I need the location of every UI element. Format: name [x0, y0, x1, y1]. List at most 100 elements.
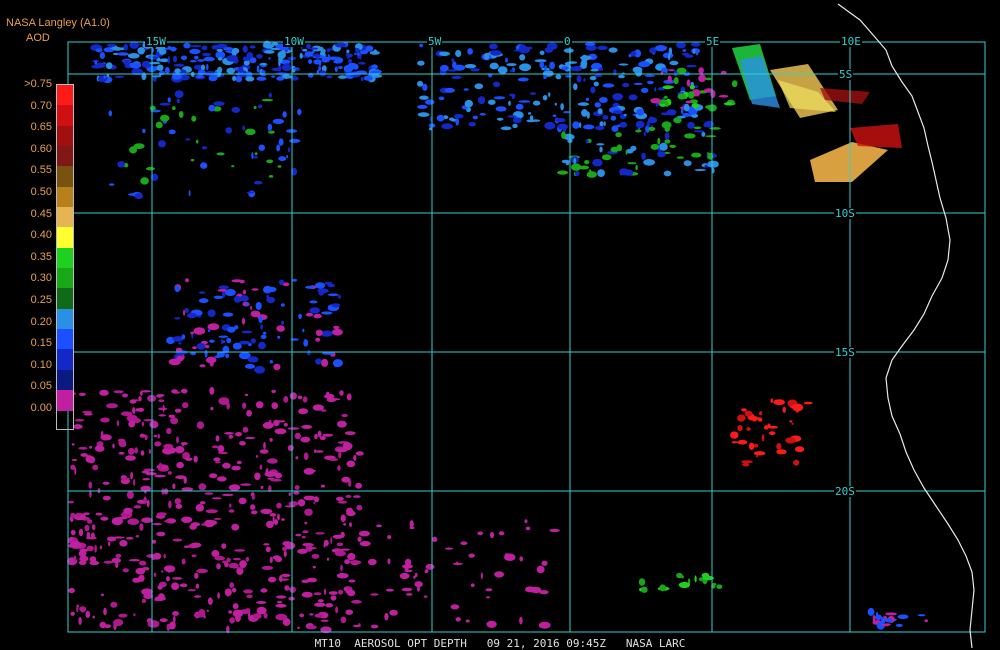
- aod-pixel-cluster: [686, 64, 697, 68]
- aod-pixel-cluster: [681, 575, 684, 579]
- aod-pixel-cluster: [241, 330, 253, 334]
- aod-pixel-cluster: [680, 108, 684, 115]
- aod-pixel-cluster: [185, 278, 189, 283]
- aod-pixel-cluster: [301, 579, 310, 583]
- aod-pixel-cluster: [238, 497, 247, 505]
- aod-pixel-cluster: [282, 541, 292, 546]
- aod-pixel-cluster: [758, 417, 763, 422]
- aod-pixel-cluster: [127, 518, 140, 525]
- aod-pixel-cluster: [628, 94, 638, 101]
- lat-label-10s: 10S: [834, 207, 856, 220]
- aod-pixel-cluster: [239, 340, 251, 345]
- aod-pixel-cluster: [174, 285, 180, 293]
- aod-pixel-cluster: [286, 588, 292, 591]
- aod-pixel-cluster: [268, 92, 272, 98]
- aod-pixel-cluster: [191, 115, 197, 122]
- aod-pixel-cluster: [344, 431, 356, 435]
- aod-pixel-cluster: [455, 49, 462, 58]
- aod-pixel-cluster: [231, 165, 235, 168]
- aod-pixel-cluster: [682, 112, 690, 117]
- aod-pixel-cluster: [225, 353, 230, 359]
- aod-pixel-cluster: [117, 52, 129, 56]
- aod-pixel-cluster: [612, 93, 624, 101]
- aod-pixel-cluster: [273, 363, 281, 371]
- aod-pixel-cluster: [339, 390, 344, 396]
- aod-pixel-cluster: [282, 546, 288, 552]
- aod-pixel-cluster: [613, 110, 623, 115]
- aod-pixel-cluster: [258, 315, 263, 324]
- aod-pixel-cluster: [122, 393, 128, 398]
- aod-pixel-cluster: [226, 337, 232, 344]
- aod-pixel-cluster: [326, 557, 330, 561]
- aod-pixel-cluster: [468, 553, 475, 558]
- aod-pixel-cluster: [95, 48, 103, 53]
- aod-pixel-cluster: [154, 596, 166, 601]
- aod-pixel-cluster: [597, 45, 608, 51]
- aod-pixel-cluster: [321, 311, 333, 315]
- aod-pixel-cluster: [327, 293, 339, 297]
- aod-pixel-cluster: [292, 278, 297, 282]
- aod-pixel-cluster: [549, 528, 560, 533]
- aod-pixel-cluster: [309, 307, 321, 314]
- aod-pixel-cluster: [149, 105, 156, 111]
- aod-pixel-cluster: [193, 595, 202, 598]
- aod-pixel-cluster: [519, 556, 523, 562]
- aod-pixel-cluster: [299, 52, 303, 59]
- aod-pixel-cluster: [129, 62, 142, 69]
- aod-pixel-cluster: [304, 469, 317, 473]
- aod-pixel-cluster: [586, 171, 597, 178]
- aod-pixel-cluster: [170, 417, 179, 425]
- aod-pixel-cluster: [269, 556, 273, 563]
- aod-pixel-cluster: [232, 609, 244, 618]
- aod-pixel-cluster: [718, 95, 729, 98]
- aod-pixel-cluster: [641, 87, 649, 94]
- aod-pixel-cluster: [236, 567, 244, 570]
- aod-pixel-cluster: [324, 588, 326, 595]
- aod-pixel-cluster: [112, 443, 115, 449]
- aod-pixel-cluster: [128, 193, 136, 196]
- aod-pixel-cluster: [287, 147, 291, 153]
- aod-pixel-cluster: [657, 151, 666, 158]
- aod-pixel-cluster: [650, 98, 661, 103]
- aod-pixel-cluster: [255, 601, 267, 604]
- aod-pixel-cluster: [277, 601, 283, 604]
- aod-pixel-cluster: [185, 457, 193, 461]
- aod-pixel-cluster: [509, 69, 514, 72]
- aod-pixel-cluster: [294, 432, 301, 440]
- aod-pixel-cluster: [260, 588, 268, 593]
- aod-pixel-cluster: [349, 522, 352, 527]
- aod-pixel-cluster: [245, 301, 248, 307]
- aod-pixel-cluster: [186, 312, 197, 319]
- aod-pixel-cluster: [409, 520, 414, 529]
- aod-pixel-cluster: [468, 121, 476, 127]
- aod-pixel-cluster: [211, 497, 222, 500]
- aod-pixel-cluster: [84, 524, 90, 532]
- aod-pixel-cluster: [264, 50, 275, 54]
- aod-pixel-cluster: [167, 56, 171, 64]
- aod-pixel-cluster: [356, 504, 363, 511]
- aod-pixel-cluster: [258, 144, 265, 151]
- aod-pixel-cluster: [451, 75, 462, 80]
- aod-pixel-cluster: [112, 536, 125, 539]
- aod-pixel-cluster: [682, 49, 687, 52]
- aod-pixel-cluster: [313, 502, 316, 504]
- aod-pixel-cluster: [660, 112, 671, 116]
- legend-label: 0.50: [30, 186, 52, 198]
- aod-pixel-cluster: [405, 558, 412, 567]
- aod-pixel-cluster: [543, 74, 547, 79]
- aod-pixel-cluster: [376, 70, 382, 73]
- aod-pixel-cluster: [173, 615, 176, 623]
- aod-pixel-cluster: [174, 68, 181, 74]
- aod-pixel-cluster: [277, 335, 281, 339]
- lon-label-10e: 10E: [840, 35, 862, 48]
- aod-pixel-cluster: [278, 578, 290, 581]
- aod-pixel-cluster: [489, 62, 499, 70]
- legend-swatch: [57, 369, 73, 391]
- aod-pixel-cluster: [183, 42, 191, 49]
- aod-pixel-cluster: [222, 493, 234, 497]
- aod-pixel-cluster: [314, 449, 317, 453]
- aod-pixel-cluster: [578, 165, 590, 170]
- aod-pixel-cluster: [258, 341, 266, 350]
- aod-pixel-cluster: [337, 420, 347, 428]
- aod-pixel-cluster: [226, 590, 230, 597]
